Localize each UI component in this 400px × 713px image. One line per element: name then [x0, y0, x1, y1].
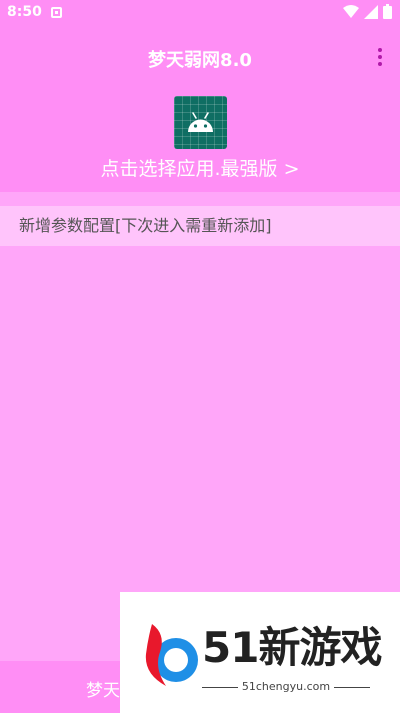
signal-icon: [364, 4, 378, 19]
battery-icon: [383, 4, 392, 19]
more-options-icon[interactable]: [376, 46, 384, 68]
wifi-icon: [343, 4, 359, 18]
page-title: 梦天弱网8.0: [148, 50, 252, 71]
select-app-button[interactable]: 点击选择应用.最强版 >: [0, 154, 400, 181]
watermark-brand: 51新游戏: [202, 623, 382, 672]
watermark-url: 51chengyu.com: [202, 680, 370, 693]
app-header: 梦天弱网8.0 点击选择应用.最强版 >: [0, 26, 400, 192]
status-time: 8:50: [7, 4, 42, 20]
watermark-banner: 51新游戏 51chengyu.com: [120, 592, 400, 713]
android-icon[interactable]: [174, 96, 227, 149]
add-config-item[interactable]: 新增参数配置[下次进入需重新添加]: [0, 206, 400, 246]
status-icons: [343, 4, 392, 19]
bottom-bar-label: 梦天: [86, 681, 120, 701]
watermark-logo-icon: [145, 624, 198, 686]
status-bar: 8:50: [0, 0, 400, 26]
notification-icon: [51, 7, 62, 18]
